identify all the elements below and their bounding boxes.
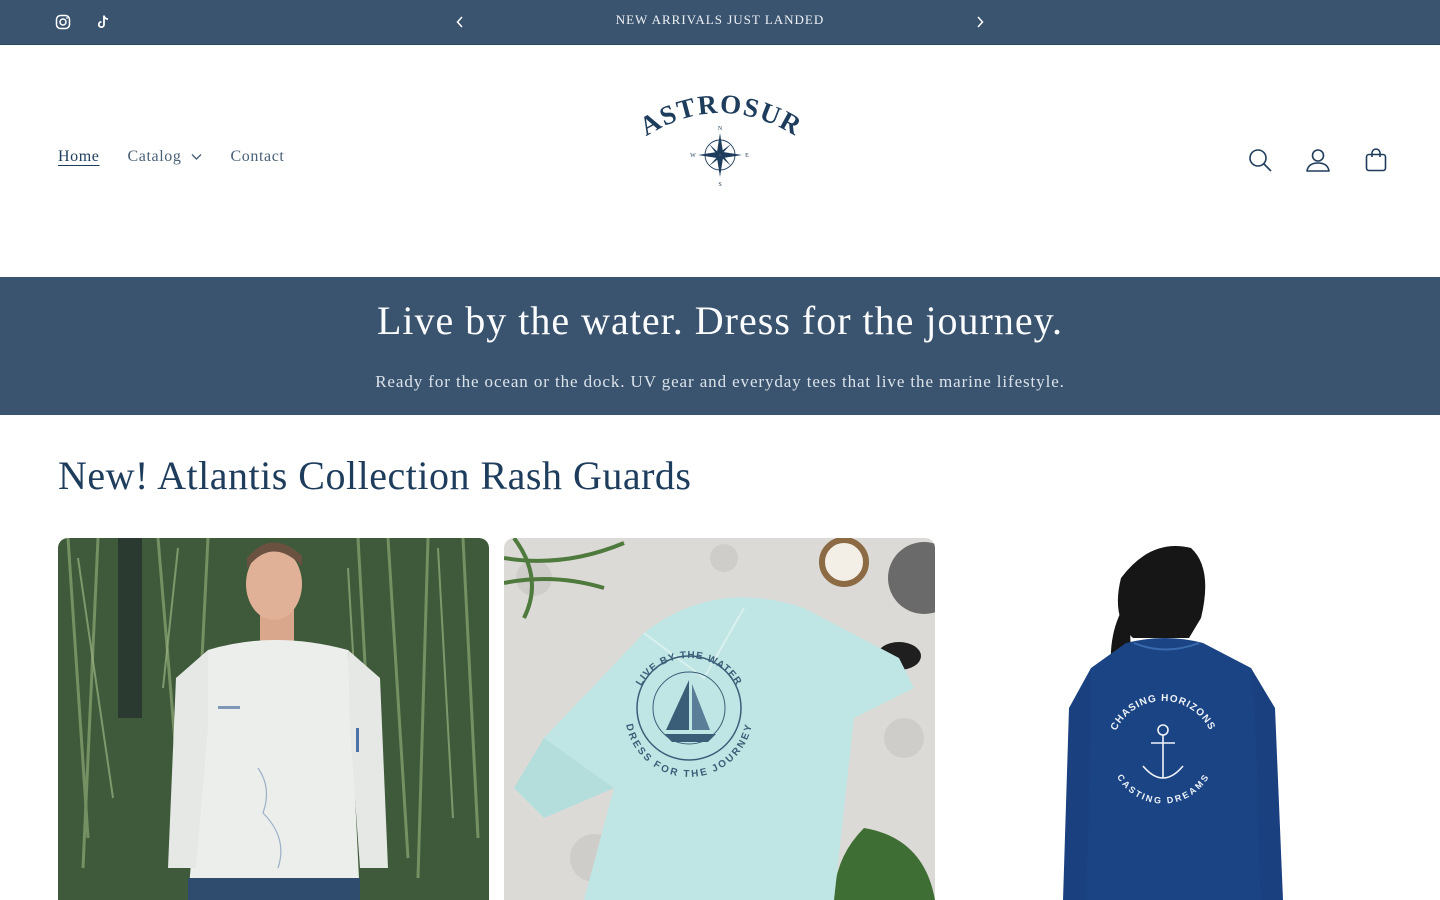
product-image: CHASING HORIZONS CASTING DREAMS — [951, 538, 1382, 900]
collection-title: New! Atlantis Collection Rash Guards — [58, 453, 692, 498]
account-icon[interactable] — [1302, 144, 1334, 176]
hero-banner: Live by the water. Dress for the journey… — [0, 277, 1440, 415]
cart-icon[interactable] — [1360, 144, 1392, 176]
tiktok-icon[interactable] — [92, 11, 114, 33]
chevron-left-icon[interactable] — [449, 11, 471, 33]
announcement-bar: NEW ARRIVALS JUST LANDED — [0, 0, 1440, 45]
logo[interactable]: ASTROSUR N E S W — [634, 89, 806, 193]
svg-text:S: S — [718, 182, 721, 188]
nav-catalog[interactable]: Catalog — [128, 148, 203, 166]
compass-rose-icon: N E S W — [690, 126, 749, 188]
site-header: Home Catalog Contact ASTROSUR — [0, 45, 1440, 277]
product-image: LIVE BY THE WATER DRESS FOR THE JOURNEY — [504, 538, 935, 900]
chevron-right-icon[interactable] — [969, 11, 991, 33]
svg-text:N: N — [718, 126, 723, 132]
chevron-down-icon — [191, 154, 202, 160]
announcement-text: NEW ARRIVALS JUST LANDED — [615, 12, 825, 27]
product-card[interactable]: LIVE BY THE WATER DRESS FOR THE JOURNEY — [504, 538, 935, 900]
header-icons — [1244, 144, 1392, 176]
product-card[interactable] — [58, 538, 489, 900]
svg-text:W: W — [690, 153, 696, 159]
product-image — [58, 538, 489, 900]
banner-subheading: Ready for the ocean or the dock. UV gear… — [375, 372, 1065, 391]
banner-heading: Live by the water. Dress for the journey… — [377, 298, 1063, 343]
nav-home[interactable]: Home — [58, 148, 100, 166]
product-card[interactable]: CHASING HORIZONS CASTING DREAMS — [951, 538, 1382, 900]
nav-contact[interactable]: Contact — [230, 148, 284, 166]
search-icon[interactable] — [1244, 144, 1276, 176]
social-links — [52, 11, 114, 33]
instagram-icon[interactable] — [52, 11, 74, 33]
svg-text:E: E — [745, 153, 749, 159]
main-nav: Home Catalog Contact — [58, 148, 284, 166]
nav-catalog-label: Catalog — [127, 148, 182, 165]
